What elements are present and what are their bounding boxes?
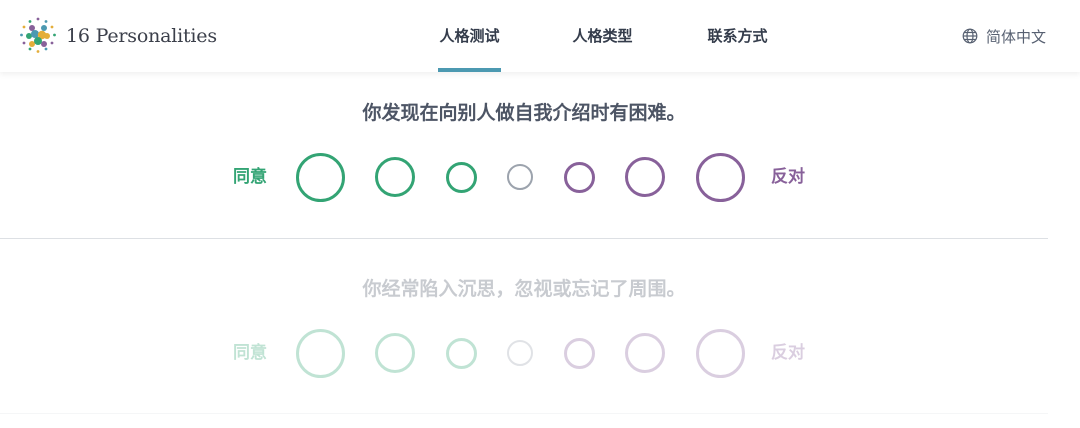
option-disagree[interactable]: [625, 333, 665, 373]
answer-scale: 同意 反对: [0, 147, 1048, 207]
nav-personality-test[interactable]: 人格测试: [438, 0, 501, 72]
question-1: 你发现在向别人做自我介绍时有困难。 同意 反对: [0, 72, 1048, 239]
agree-label: 同意: [233, 167, 267, 187]
option-strongly-disagree[interactable]: [696, 153, 745, 202]
question-text: 你经常陷入沉思，忽视或忘记了周围。: [362, 278, 686, 300]
globe-icon: [962, 28, 978, 44]
question-text: 你发现在向别人做自我介绍时有困难。: [362, 102, 686, 124]
question-2: 你经常陷入沉思，忽视或忘记了周围。 同意 反对: [0, 239, 1048, 414]
option-agree[interactable]: [375, 157, 415, 197]
option-neutral[interactable]: [507, 164, 533, 190]
option-disagree[interactable]: [625, 157, 665, 197]
disagree-label: 反对: [771, 167, 805, 187]
option-slightly-agree[interactable]: [446, 338, 477, 369]
option-slightly-agree[interactable]: [446, 162, 477, 193]
top-navigation-bar: 16 Personalities 人格测试 人格类型 联系方式 简体中文: [0, 0, 1080, 72]
agree-label: 同意: [233, 343, 267, 363]
option-neutral[interactable]: [507, 340, 533, 366]
option-strongly-agree[interactable]: [296, 329, 345, 378]
nav-contact[interactable]: 联系方式: [706, 0, 769, 72]
main-nav: 人格测试 人格类型 联系方式: [0, 0, 1080, 72]
language-selector[interactable]: 简体中文: [962, 0, 1046, 72]
option-slightly-disagree[interactable]: [564, 338, 595, 369]
option-strongly-disagree[interactable]: [696, 329, 745, 378]
option-slightly-disagree[interactable]: [564, 162, 595, 193]
disagree-label: 反对: [771, 343, 805, 363]
option-strongly-agree[interactable]: [296, 153, 345, 202]
nav-personality-types[interactable]: 人格类型: [571, 0, 634, 72]
answer-scale: 同意 反对: [0, 323, 1048, 383]
language-label: 简体中文: [985, 27, 1046, 46]
option-agree[interactable]: [375, 333, 415, 373]
